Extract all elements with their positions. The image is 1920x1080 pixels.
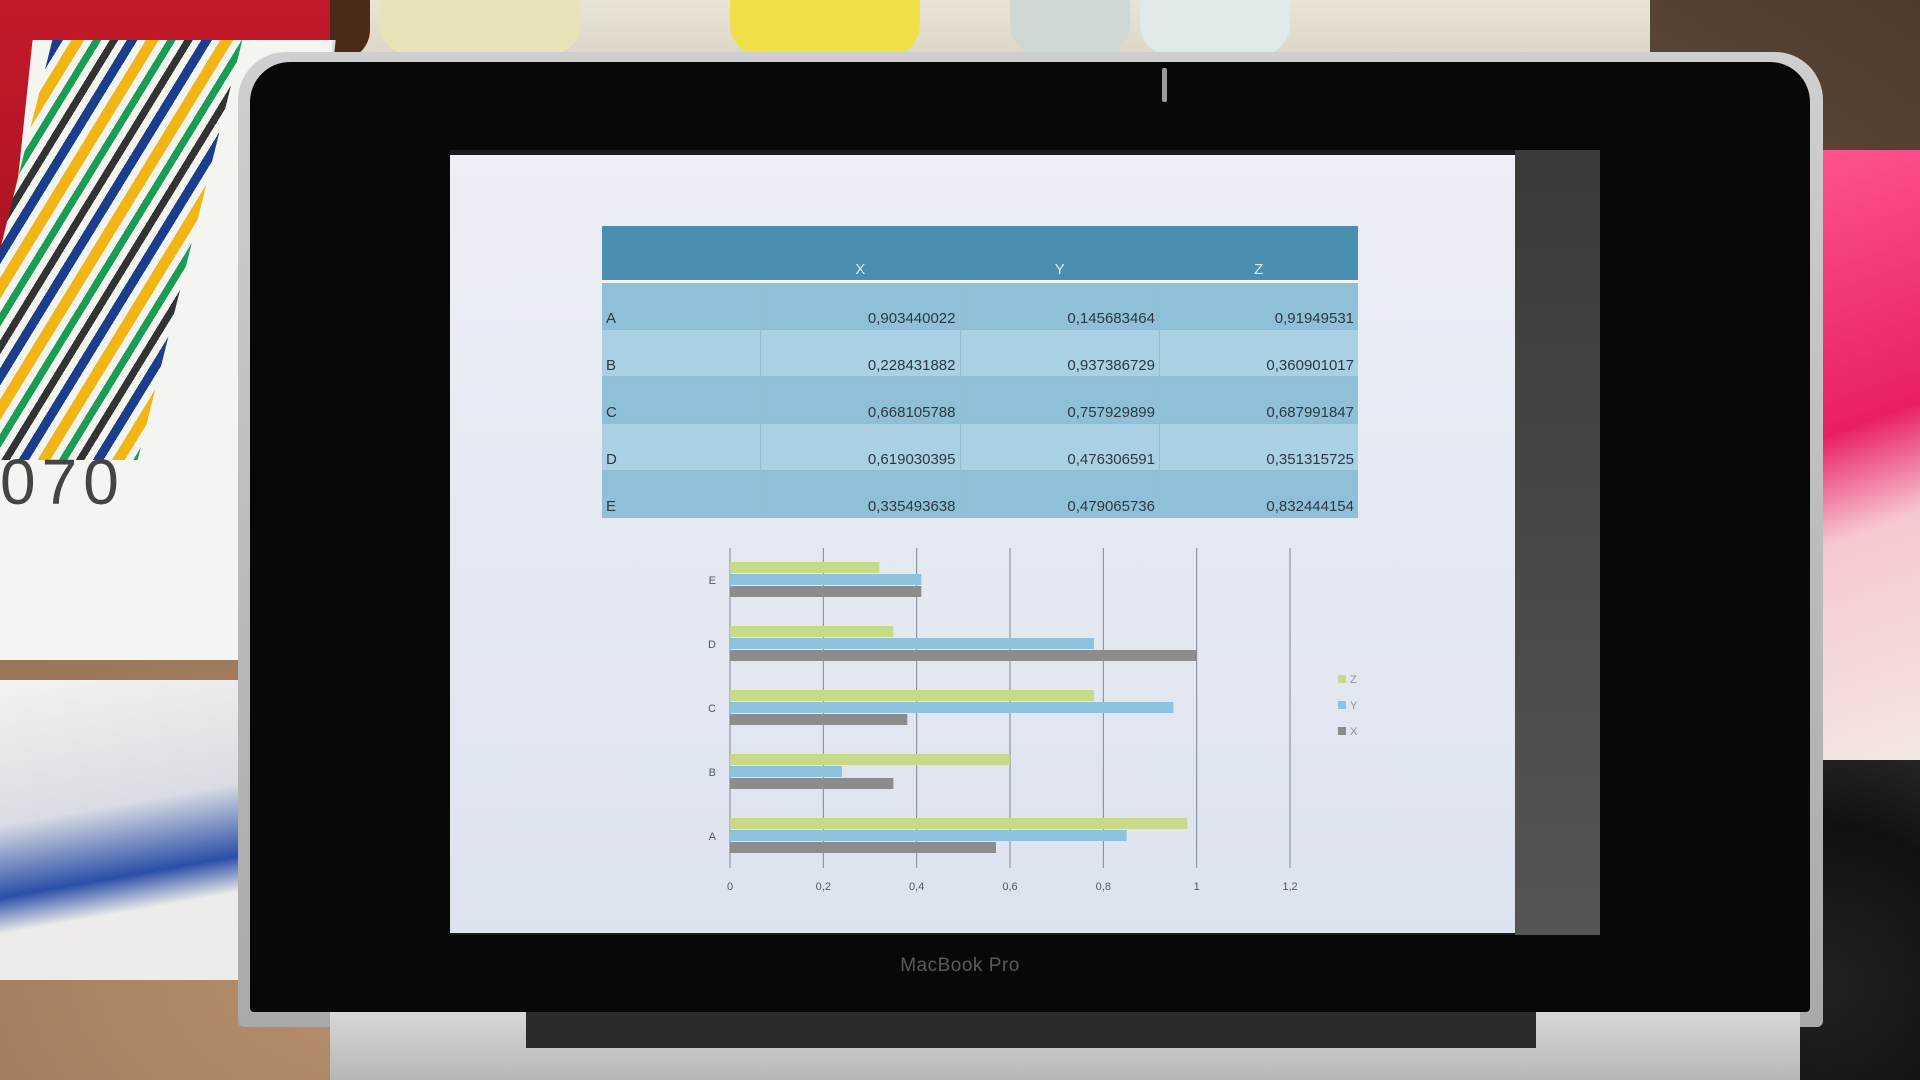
bar — [730, 714, 908, 725]
bar — [730, 626, 894, 637]
table-cell: 0,937386729 — [959, 329, 1160, 377]
x-tick-label: 0,6 — [1002, 881, 1017, 893]
table-cell: 0,476306591 — [959, 423, 1160, 471]
table-cell: 0,91949531 — [1159, 281, 1358, 330]
row-label: B — [602, 329, 761, 377]
table-row: B 0,228431882 0,937386729 0,360901017 — [602, 329, 1358, 377]
bar — [730, 638, 1094, 649]
column-header: Z — [1159, 226, 1358, 283]
y-tick-label: D — [708, 639, 716, 651]
table-cell: 0,360901017 — [1159, 329, 1358, 377]
bar — [730, 830, 1127, 841]
bar — [730, 562, 880, 573]
bottle — [730, 0, 920, 55]
legend-label: Y — [1350, 700, 1358, 712]
y-tick-label: E — [709, 575, 716, 587]
x-tick-label: 1 — [1194, 881, 1200, 893]
table-cell: 0,228431882 — [760, 329, 960, 377]
row-label: D — [602, 423, 761, 471]
table-cell: 0,351315725 — [1159, 423, 1358, 471]
laptop-hinge — [526, 1012, 1536, 1048]
legend-swatch — [1338, 701, 1346, 709]
x-tick-label: 1,2 — [1282, 881, 1297, 893]
table-cell: 0,145683464 — [959, 281, 1160, 330]
y-tick-label: B — [709, 767, 716, 779]
bar — [730, 778, 894, 789]
table-cell: 0,757929899 — [959, 376, 1160, 424]
header-corner — [602, 226, 761, 283]
row-label: E — [602, 470, 761, 518]
bar-chart: 0 0,2 0,4 0,6 0,8 1 1,2 A B C D E Z Y X — [708, 548, 1358, 893]
x-tick-label: 0,8 — [1096, 881, 1111, 893]
table-row: D 0,619030395 0,476306591 0,351315725 — [602, 423, 1358, 471]
table-cell: 0,832444154 — [1159, 470, 1358, 518]
y-tick-label: A — [709, 831, 717, 843]
table-cell: 0,668105788 — [760, 376, 960, 424]
bottle — [380, 0, 580, 55]
webcam — [1162, 68, 1167, 102]
x-tick-label: 0,2 — [816, 881, 831, 893]
table-row: E 0,335493638 0,479065736 0,832444154 — [602, 470, 1358, 518]
barcode-number: 070 — [0, 446, 125, 518]
bar — [730, 650, 1197, 661]
bottle — [1010, 0, 1130, 55]
y-tick-label: C — [708, 703, 716, 715]
bar — [730, 574, 922, 585]
bottle — [1140, 0, 1290, 55]
legend-swatch — [1338, 675, 1346, 683]
x-tick-label: 0 — [727, 881, 733, 893]
legend-label: Z — [1350, 674, 1357, 686]
column-header: X — [760, 226, 960, 283]
bar — [730, 842, 996, 853]
table-cell: 0,687991847 — [1159, 376, 1358, 424]
bar — [730, 818, 1188, 829]
bar — [730, 702, 1174, 713]
legend-label: X — [1350, 726, 1358, 738]
table-cell: 0,903440022 — [760, 281, 960, 330]
table-cell: 0,619030395 — [760, 423, 960, 471]
row-label: C — [602, 376, 761, 424]
table-header-row: X Y Z — [602, 226, 1358, 283]
bar — [730, 586, 922, 597]
column-header: Y — [960, 226, 1160, 283]
legend-swatch — [1338, 727, 1346, 735]
bar — [730, 766, 842, 777]
table-row: A 0,903440022 0,145683464 0,91949531 — [602, 281, 1358, 330]
data-table: X Y Z A 0,903440022 0,145683464 0,919495… — [602, 226, 1358, 518]
bar — [730, 690, 1094, 701]
table-cell: 0,335493638 — [760, 470, 960, 518]
brand-label: MacBook Pro — [900, 955, 1020, 976]
table-cell: 0,479065736 — [959, 470, 1160, 518]
row-label: A — [602, 281, 761, 330]
bar — [730, 754, 1010, 765]
display-side-strip — [1515, 150, 1600, 935]
table-row: C 0,668105788 0,757929899 0,687991847 — [602, 376, 1358, 424]
x-tick-label: 0,4 — [909, 881, 924, 893]
